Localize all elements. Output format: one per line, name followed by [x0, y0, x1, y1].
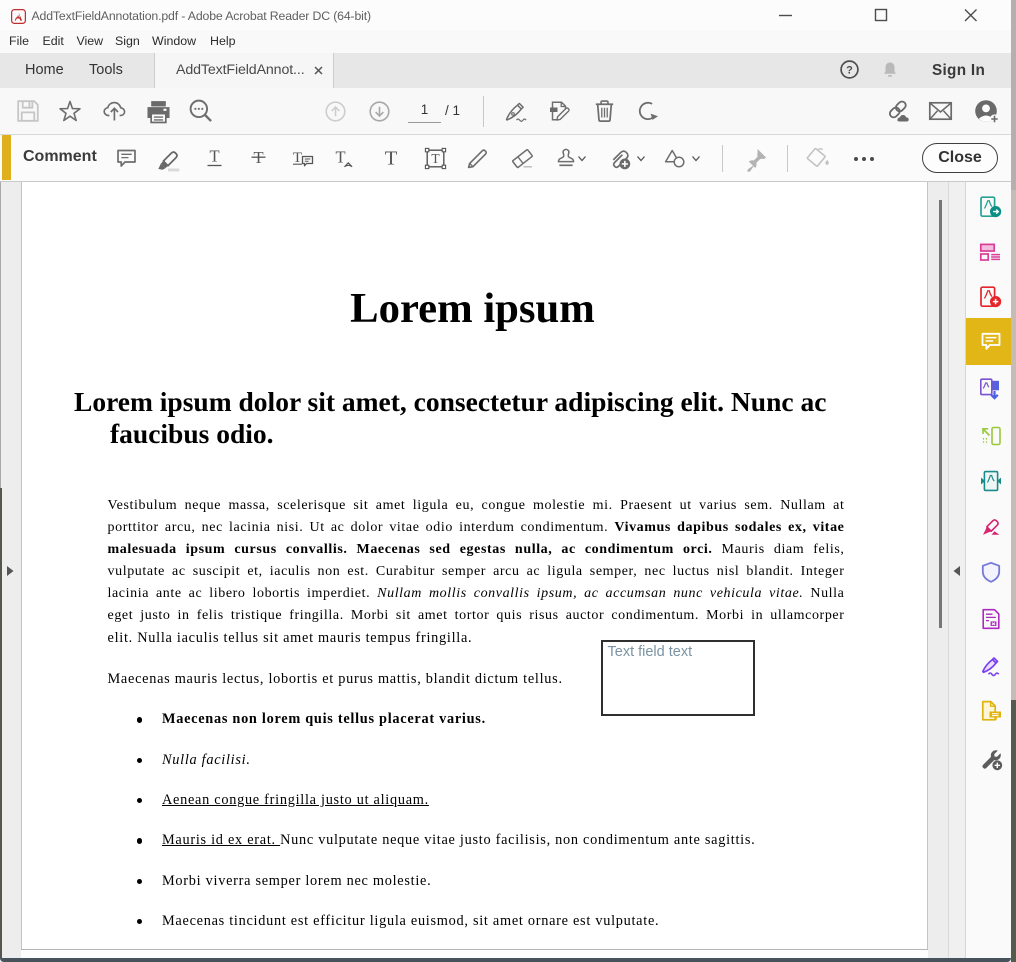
svg-text:T: T — [335, 148, 345, 167]
svg-text:T: T — [209, 147, 219, 166]
svg-text:T: T — [431, 151, 440, 166]
svg-text:T: T — [385, 148, 398, 170]
svg-text:?: ? — [846, 64, 853, 76]
svg-text:T: T — [293, 150, 302, 166]
